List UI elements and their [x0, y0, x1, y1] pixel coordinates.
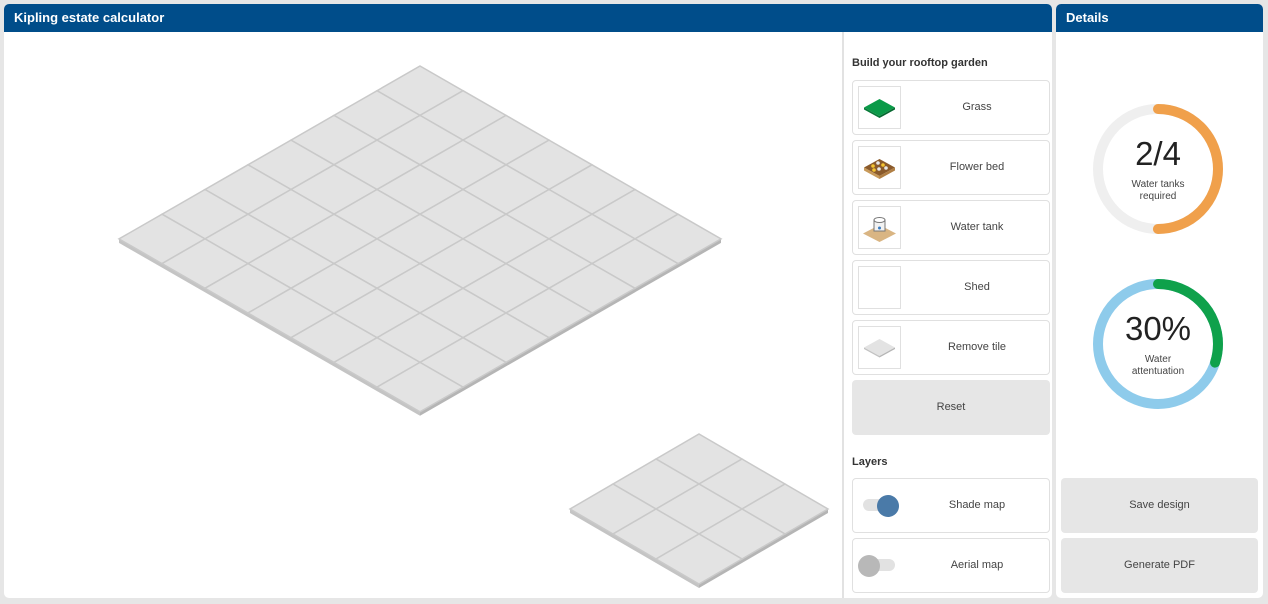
roof-grid-svg[interactable]	[4, 32, 842, 598]
aerial-map-label: Aerial map	[950, 559, 1004, 571]
flower-bed-icon	[858, 146, 901, 189]
remove-tile-button[interactable]: Remove tile	[852, 320, 1050, 375]
shade-map-toggle[interactable]: Shade map	[852, 478, 1050, 533]
app-title: Kipling estate calculator	[4, 4, 1052, 32]
shed-button[interactable]: Shed	[852, 260, 1050, 315]
attenuation-label-line2: attentuation	[1131, 366, 1185, 377]
grass-button[interactable]: Grass	[852, 80, 1050, 135]
remove-tile-icon	[858, 326, 901, 369]
main-panel: Kipling estate calculator Build your roo…	[4, 4, 1052, 598]
shade-map-label: Shade map	[948, 499, 1006, 511]
remove-tile-label: Remove tile	[947, 341, 1007, 353]
attenuation-label: Water attentuation	[1092, 354, 1224, 378]
toggle-knob	[858, 555, 880, 577]
grass-tile-icon	[858, 86, 901, 129]
details-panel: Details 2/4 Water tanks required 30% Wat…	[1056, 4, 1263, 598]
grass-label: Grass	[962, 101, 992, 113]
main-roof-grid[interactable]	[117, 65, 723, 416]
water-tanks-label: Water tanks required	[1092, 179, 1224, 203]
attenuation-value: 30%	[1124, 310, 1192, 347]
small-roof-grid[interactable]	[568, 433, 830, 588]
shed-icon	[858, 266, 901, 309]
details-title: Details	[1056, 4, 1263, 32]
aerial-map-toggle[interactable]: Aerial map	[852, 538, 1050, 593]
save-design-button[interactable]: Save design	[1061, 478, 1258, 533]
build-section-title: Build your rooftop garden	[852, 57, 988, 69]
water-tank-icon	[858, 206, 901, 249]
generate-pdf-button[interactable]: Generate PDF	[1061, 538, 1258, 593]
attenuation-label-line1: Water	[1144, 354, 1172, 365]
flower-bed-label: Flower bed	[949, 161, 1005, 173]
toggle-knob	[877, 495, 899, 517]
roof-canvas[interactable]	[4, 32, 842, 598]
water-tanks-gauge: 2/4 Water tanks required	[1092, 103, 1224, 235]
attenuation-gauge: 30% Water attentuation	[1092, 278, 1224, 410]
shed-label: Shed	[964, 281, 990, 293]
layers-section-title: Layers	[852, 456, 888, 468]
water-tanks-label-line2: required	[1139, 191, 1177, 202]
water-tanks-label-line1: Water tanks	[1131, 179, 1185, 190]
reset-button[interactable]: Reset	[852, 380, 1050, 435]
water-tank-label: Water tank	[950, 221, 1004, 233]
water-tanks-value: 2/4	[1135, 135, 1181, 172]
water-tank-button[interactable]: Water tank	[852, 200, 1050, 255]
tool-sidebar: Build your rooftop garden Grass Flower b…	[842, 32, 1052, 598]
flower-bed-button[interactable]: Flower bed	[852, 140, 1050, 195]
